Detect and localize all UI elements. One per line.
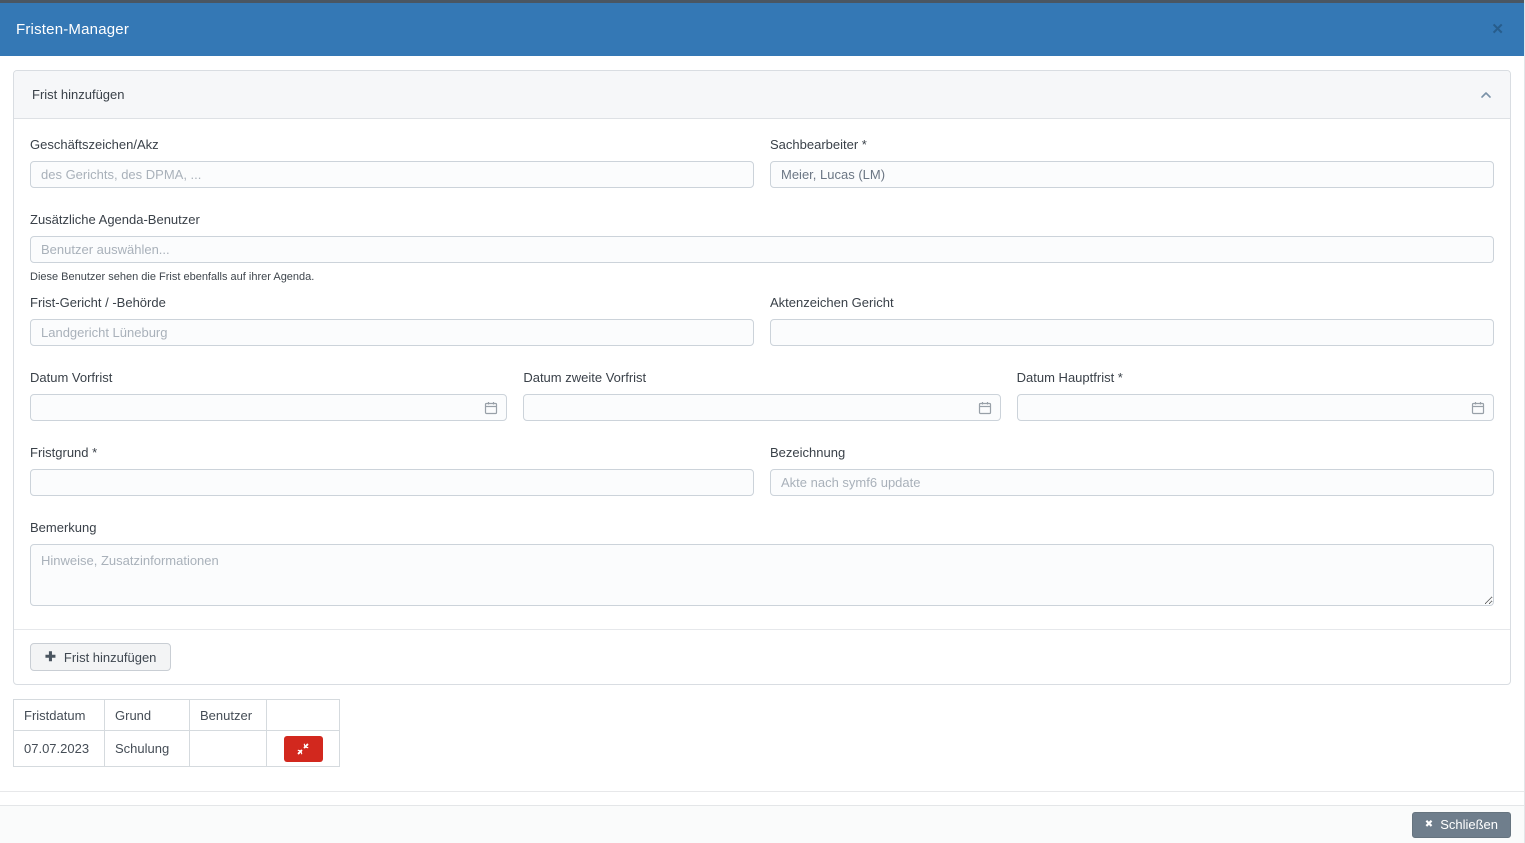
- fristgrund-input[interactable]: [30, 469, 754, 496]
- aktenzeichen-gericht-label: Aktenzeichen Gericht: [770, 295, 894, 310]
- unlink-icon: [296, 742, 310, 756]
- header-action: [266, 699, 340, 731]
- form-row-dates: Datum Vorfrist Datum zweite Vorfrist Dat…: [30, 370, 1494, 421]
- header-grund: Grund: [104, 699, 190, 731]
- cell-grund: Schulung: [104, 730, 190, 767]
- table-row: 07.07.2023 Schulung: [13, 730, 340, 767]
- close-icon[interactable]: ✕: [1487, 18, 1508, 41]
- footer-divider: [0, 791, 1524, 792]
- frist-panel-footer: ✚ Frist hinzufügen: [14, 629, 1510, 684]
- header-benutzer: Benutzer: [189, 699, 267, 731]
- table-header-row: Fristdatum Grund Benutzer: [13, 699, 340, 731]
- datum-hauptfrist-input[interactable]: [1016, 394, 1494, 421]
- header-fristdatum: Fristdatum: [13, 699, 105, 731]
- field-geschaeftszeichen: Geschäftszeichen/Akz: [30, 137, 754, 188]
- geschaeftszeichen-input[interactable]: [30, 161, 754, 188]
- field-datum-zweite-vorfrist: Datum zweite Vorfrist: [523, 370, 1001, 421]
- add-frist-button-label: Frist hinzufügen: [63, 649, 157, 665]
- form-row-6: Bemerkung: [30, 520, 1494, 609]
- fristgrund-label: Fristgrund *: [30, 445, 98, 460]
- close-dialog-button-label: Schließen: [1440, 817, 1498, 832]
- dialog-header: Fristen-Manager ✕: [0, 0, 1524, 56]
- field-frist-gericht: Frist-Gericht / -Behörde: [30, 295, 754, 346]
- form-row-1: Geschäftszeichen/Akz Sachbearbeiter *: [30, 137, 1494, 188]
- frist-panel-body: Geschäftszeichen/Akz Sachbearbeiter * Zu…: [14, 119, 1510, 629]
- dialog-title: Fristen-Manager: [16, 21, 130, 38]
- frist-panel: Frist hinzufügen Geschäftszeichen/Akz Sa…: [13, 70, 1511, 685]
- field-datum-vorfrist: Datum Vorfrist: [30, 370, 508, 421]
- sachbearbeiter-label: Sachbearbeiter *: [770, 137, 867, 152]
- geschaeftszeichen-label: Geschäftszeichen/Akz: [30, 137, 159, 152]
- bemerkung-label: Bemerkung: [30, 520, 97, 535]
- cell-action: [266, 730, 340, 767]
- agenda-benutzer-input[interactable]: [30, 236, 1494, 263]
- form-row-3: Frist-Gericht / -Behörde Aktenzeichen Ge…: [30, 295, 1494, 346]
- cell-benutzer: [189, 730, 267, 767]
- cell-fristdatum: 07.07.2023: [13, 730, 105, 767]
- frist-panel-header[interactable]: Frist hinzufügen: [14, 71, 1510, 119]
- field-bemerkung: Bemerkung: [30, 520, 1494, 609]
- datum-hauptfrist-label: Datum Hauptfrist *: [1016, 370, 1123, 385]
- dialog-body: Frist hinzufügen Geschäftszeichen/Akz Sa…: [0, 56, 1524, 767]
- form-row-2: Zusätzliche Agenda-Benutzer: [30, 212, 1494, 263]
- sachbearbeiter-input[interactable]: [770, 161, 1494, 188]
- field-bezeichnung: Bezeichnung: [770, 445, 1494, 496]
- field-datum-hauptfrist: Datum Hauptfrist *: [1016, 370, 1494, 421]
- dialog-footer: ✖ Schließen: [0, 805, 1524, 843]
- plus-icon: ✚: [45, 649, 56, 664]
- fristen-table: Fristdatum Grund Benutzer 07.07.2023 Sch…: [13, 699, 340, 767]
- datum-zweite-vorfrist-label: Datum zweite Vorfrist: [523, 370, 647, 385]
- field-aktenzeichen-gericht: Aktenzeichen Gericht: [770, 295, 1494, 346]
- agenda-benutzer-note: Diese Benutzer sehen die Frist ebenfalls…: [30, 271, 315, 283]
- field-sachbearbeiter: Sachbearbeiter *: [770, 137, 1494, 188]
- delete-frist-button[interactable]: [283, 735, 323, 762]
- close-x-icon: ✖: [1424, 819, 1434, 830]
- bezeichnung-input[interactable]: [770, 469, 1494, 496]
- add-frist-button[interactable]: ✚ Frist hinzufügen: [30, 643, 172, 671]
- close-dialog-button[interactable]: ✖ Schließen: [1411, 811, 1511, 838]
- datum-zweite-vorfrist-input[interactable]: [523, 394, 1001, 421]
- datum-vorfrist-input[interactable]: [30, 394, 508, 421]
- field-fristgrund: Fristgrund *: [30, 445, 754, 496]
- aktenzeichen-gericht-input[interactable]: [770, 319, 1494, 346]
- form-row-5: Fristgrund * Bezeichnung: [30, 445, 1494, 496]
- frist-gericht-label: Frist-Gericht / -Behörde: [30, 295, 166, 310]
- frist-gericht-input[interactable]: [30, 319, 754, 346]
- agenda-benutzer-label: Zusätzliche Agenda-Benutzer: [30, 212, 200, 227]
- bemerkung-textarea[interactable]: [30, 544, 1494, 606]
- datum-vorfrist-label: Datum Vorfrist: [30, 370, 113, 385]
- bezeichnung-label: Bezeichnung: [770, 445, 846, 460]
- frist-panel-title: Frist hinzufügen: [32, 87, 125, 102]
- chevron-up-icon[interactable]: [1480, 91, 1492, 99]
- field-agenda-benutzer: Zusätzliche Agenda-Benutzer: [30, 212, 1494, 263]
